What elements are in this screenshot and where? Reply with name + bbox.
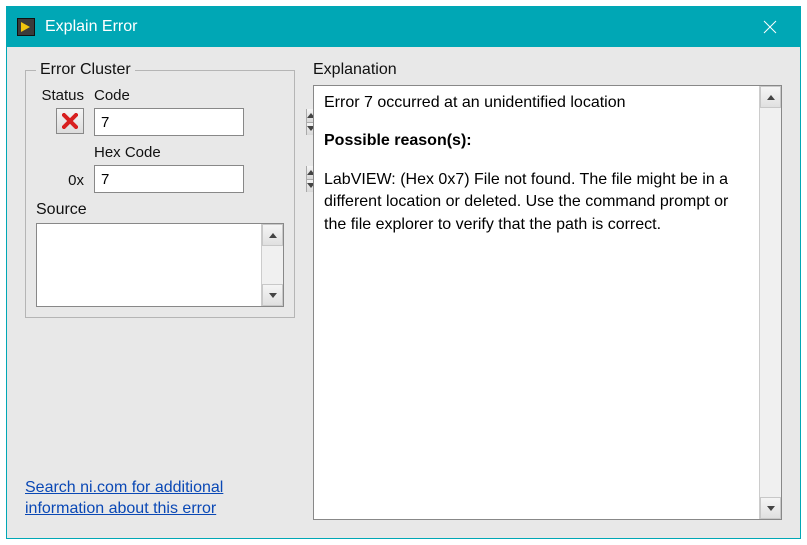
error-cluster-group: Error Cluster Status Code xyxy=(25,61,295,318)
chevron-up-icon xyxy=(767,95,775,100)
close-icon xyxy=(763,20,777,34)
source-box xyxy=(36,223,284,307)
source-scroll-track[interactable] xyxy=(262,246,283,284)
titlebar: Explain Error xyxy=(7,7,800,47)
hex-code-label: Hex Code xyxy=(94,144,284,161)
chevron-up-icon xyxy=(269,233,277,238)
source-textarea[interactable] xyxy=(37,224,261,306)
error-cluster-legend: Error Cluster xyxy=(36,61,135,79)
explanation-box: Error 7 occurred at an unidentified loca… xyxy=(313,85,782,520)
code-numeric xyxy=(94,108,244,136)
explanation-reasons-heading: Possible reason(s): xyxy=(324,130,749,152)
explain-error-window: Explain Error Error Cluster Status xyxy=(6,6,801,539)
chevron-down-icon xyxy=(269,293,277,298)
explanation-text: Error 7 occurred at an unidentified loca… xyxy=(314,86,759,519)
content-area: Error Cluster Status Code xyxy=(7,47,800,538)
status-label: Status xyxy=(41,87,84,104)
right-panel: Explanation Error 7 occurred at an unide… xyxy=(313,61,782,520)
help-link-container: Search ni.com for additional information… xyxy=(25,467,295,520)
close-button[interactable] xyxy=(750,7,790,47)
hex-code-input[interactable] xyxy=(95,166,306,192)
source-label: Source xyxy=(36,201,284,219)
labview-app-icon xyxy=(17,18,35,36)
explanation-label: Explanation xyxy=(313,61,782,79)
explanation-scroll-up[interactable] xyxy=(760,86,781,108)
error-x-icon xyxy=(62,113,78,129)
explanation-body: LabVIEW: (Hex 0x7) File not found. The f… xyxy=(324,169,749,236)
code-input[interactable] xyxy=(95,109,306,135)
source-scroll-up[interactable] xyxy=(262,224,283,246)
left-panel: Error Cluster Status Code xyxy=(25,61,295,520)
explanation-error-line: Error 7 occurred at an unidentified loca… xyxy=(324,92,749,114)
explanation-scroll-down[interactable] xyxy=(760,497,781,519)
source-scrollbar xyxy=(261,224,283,306)
explanation-scroll-track[interactable] xyxy=(760,108,781,497)
hex-prefix-label: 0x xyxy=(36,172,84,193)
search-ni-link[interactable]: Search ni.com for additional information… xyxy=(25,477,295,520)
status-indicator[interactable] xyxy=(56,108,84,134)
chevron-down-icon xyxy=(767,506,775,511)
explanation-scrollbar xyxy=(759,86,781,519)
source-scroll-down[interactable] xyxy=(262,284,283,306)
window-title: Explain Error xyxy=(45,18,750,36)
hex-code-numeric xyxy=(94,165,244,193)
code-label: Code xyxy=(94,87,284,104)
